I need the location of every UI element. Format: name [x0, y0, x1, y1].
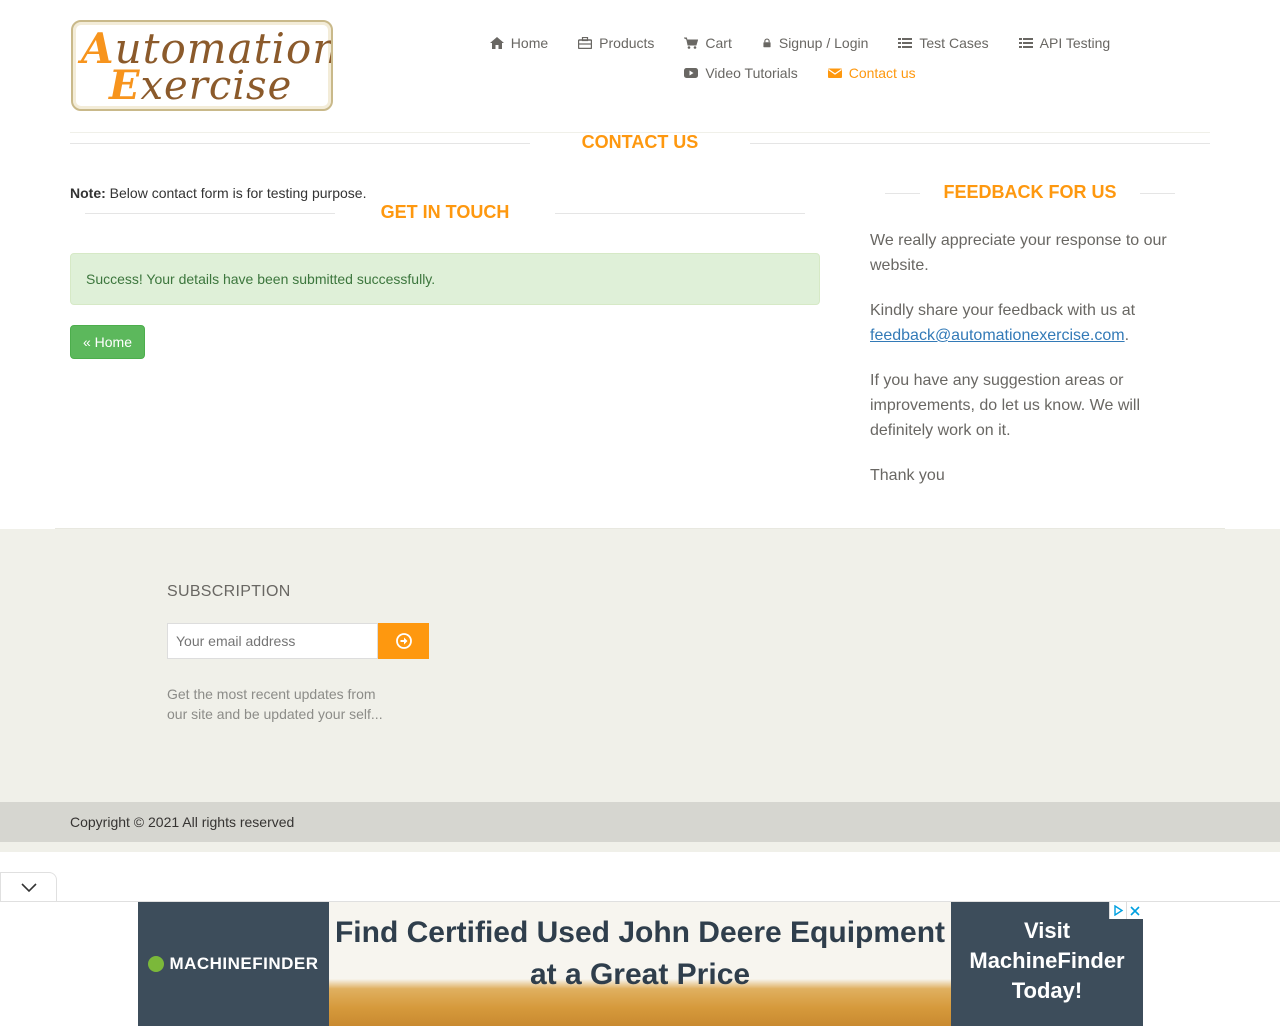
- subscribe-button[interactable]: [378, 623, 429, 659]
- feedback-paragraph-4: Thank you: [870, 467, 945, 484]
- title-rule-right: [750, 143, 1210, 144]
- nav-item-contact-us[interactable]: Contact us: [813, 65, 931, 81]
- nav-label: Test Cases: [919, 35, 989, 51]
- subscription-description: Get the most recent updates from our sit…: [167, 686, 383, 722]
- ad-collapse-toggle[interactable]: [0, 872, 57, 902]
- lock-icon: [763, 38, 771, 48]
- ad-badges: [1109, 902, 1143, 919]
- nav-row-1: Home Products Cart Signup / Login Test C…: [470, 28, 1130, 58]
- nav-row-2: Video Tutorials Contact us: [470, 58, 1130, 88]
- list-icon: [1018, 38, 1033, 48]
- nav-label: Contact us: [848, 65, 916, 81]
- feedback-paragraph-3: If you have any suggestion areas or impr…: [870, 372, 1141, 439]
- nav-item-signup-login[interactable]: Signup / Login: [747, 35, 884, 51]
- chevron-down-icon: [20, 882, 37, 892]
- feedback-paragraph-1: We really appreciate your response to ou…: [870, 232, 1167, 274]
- envelope-icon: [827, 68, 842, 78]
- adchoices-icon[interactable]: [1109, 902, 1126, 919]
- success-alert: Success! Your details have been submitte…: [70, 253, 820, 305]
- get-in-touch-title: GET IN TOUCH: [380, 202, 510, 222]
- nav-label: Signup / Login: [778, 35, 869, 51]
- machinefinder-logo-icon: [148, 956, 165, 972]
- feedback-p2-text: Kindly share your feedback with us at: [870, 302, 1136, 319]
- subscription-title: SUBSCRIPTION: [167, 583, 291, 600]
- briefcase-icon: [578, 37, 593, 49]
- ad-headline: Find Certified Used John Deere Equipment…: [334, 916, 946, 991]
- nav-item-home[interactable]: Home: [475, 35, 563, 51]
- footer-spacer: [0, 842, 1280, 852]
- note-label: Note:: [70, 185, 106, 201]
- nav-item-test-cases[interactable]: Test Cases: [883, 35, 1003, 51]
- feedback-title: FEEDBACK FOR US: [943, 182, 1117, 202]
- nav-label: Cart: [705, 35, 732, 51]
- main-nav: Home Products Cart Signup / Login Test C…: [470, 28, 1130, 88]
- nav-item-cart[interactable]: Cart: [669, 35, 746, 51]
- feedback-p2-period: .: [1124, 327, 1130, 344]
- feedback-rule-left: [885, 193, 920, 194]
- ad-brand: MACHINEFINDER: [138, 902, 329, 1026]
- home-icon: [489, 37, 504, 49]
- get-in-touch-rule-left: [85, 213, 335, 214]
- nav-item-products[interactable]: Products: [563, 35, 669, 51]
- nav-item-api-testing[interactable]: API Testing: [1004, 35, 1126, 51]
- ad-image-panel: Find Certified Used John Deere Equipment…: [329, 902, 951, 1026]
- note-body: Below contact form is for testing purpos…: [105, 185, 367, 201]
- cart-icon: [684, 37, 699, 49]
- nav-label: Home: [510, 35, 549, 51]
- get-in-touch-rule-right: [555, 213, 805, 214]
- nav-label: Video Tutorials: [705, 65, 798, 81]
- subscription-email-input[interactable]: [167, 623, 378, 659]
- nav-label: Products: [599, 35, 655, 51]
- page: Automation Exercise Home Products Cart S…: [0, 0, 1280, 1026]
- feedback-email-link[interactable]: feedback@automationexercise.com: [870, 327, 1125, 344]
- ad-brand-text: MACHINEFINDER: [169, 954, 319, 973]
- title-rule-left: [70, 143, 530, 144]
- site-logo[interactable]: Automation Exercise: [71, 20, 333, 111]
- ad-call-to-action[interactable]: Visit MachineFinder Today!: [951, 902, 1143, 1026]
- page-title: CONTACT US: [581, 132, 699, 152]
- note-text: Note: Below contact form is for testing …: [70, 185, 366, 201]
- copyright-text: Copyright © 2021 All rights reserved: [70, 814, 295, 830]
- nav-label: API Testing: [1039, 35, 1111, 51]
- footer-widget: [0, 529, 1280, 802]
- nav-item-video-tutorials[interactable]: Video Tutorials: [669, 65, 812, 81]
- ad-close-icon[interactable]: [1126, 902, 1143, 919]
- list-icon: [898, 38, 913, 48]
- logo-line-2: Exercise: [109, 62, 293, 109]
- arrow-circle-right-icon: [395, 633, 412, 649]
- feedback-paragraph-2: Kindly share your feedback with us at fe…: [870, 298, 1180, 348]
- feedback-rule-right: [1140, 193, 1175, 194]
- home-button[interactable]: « Home: [70, 325, 145, 359]
- ad-banner[interactable]: MACHINEFINDER Find Certified Used John D…: [138, 902, 1143, 1026]
- youtube-play-icon: [684, 68, 699, 78]
